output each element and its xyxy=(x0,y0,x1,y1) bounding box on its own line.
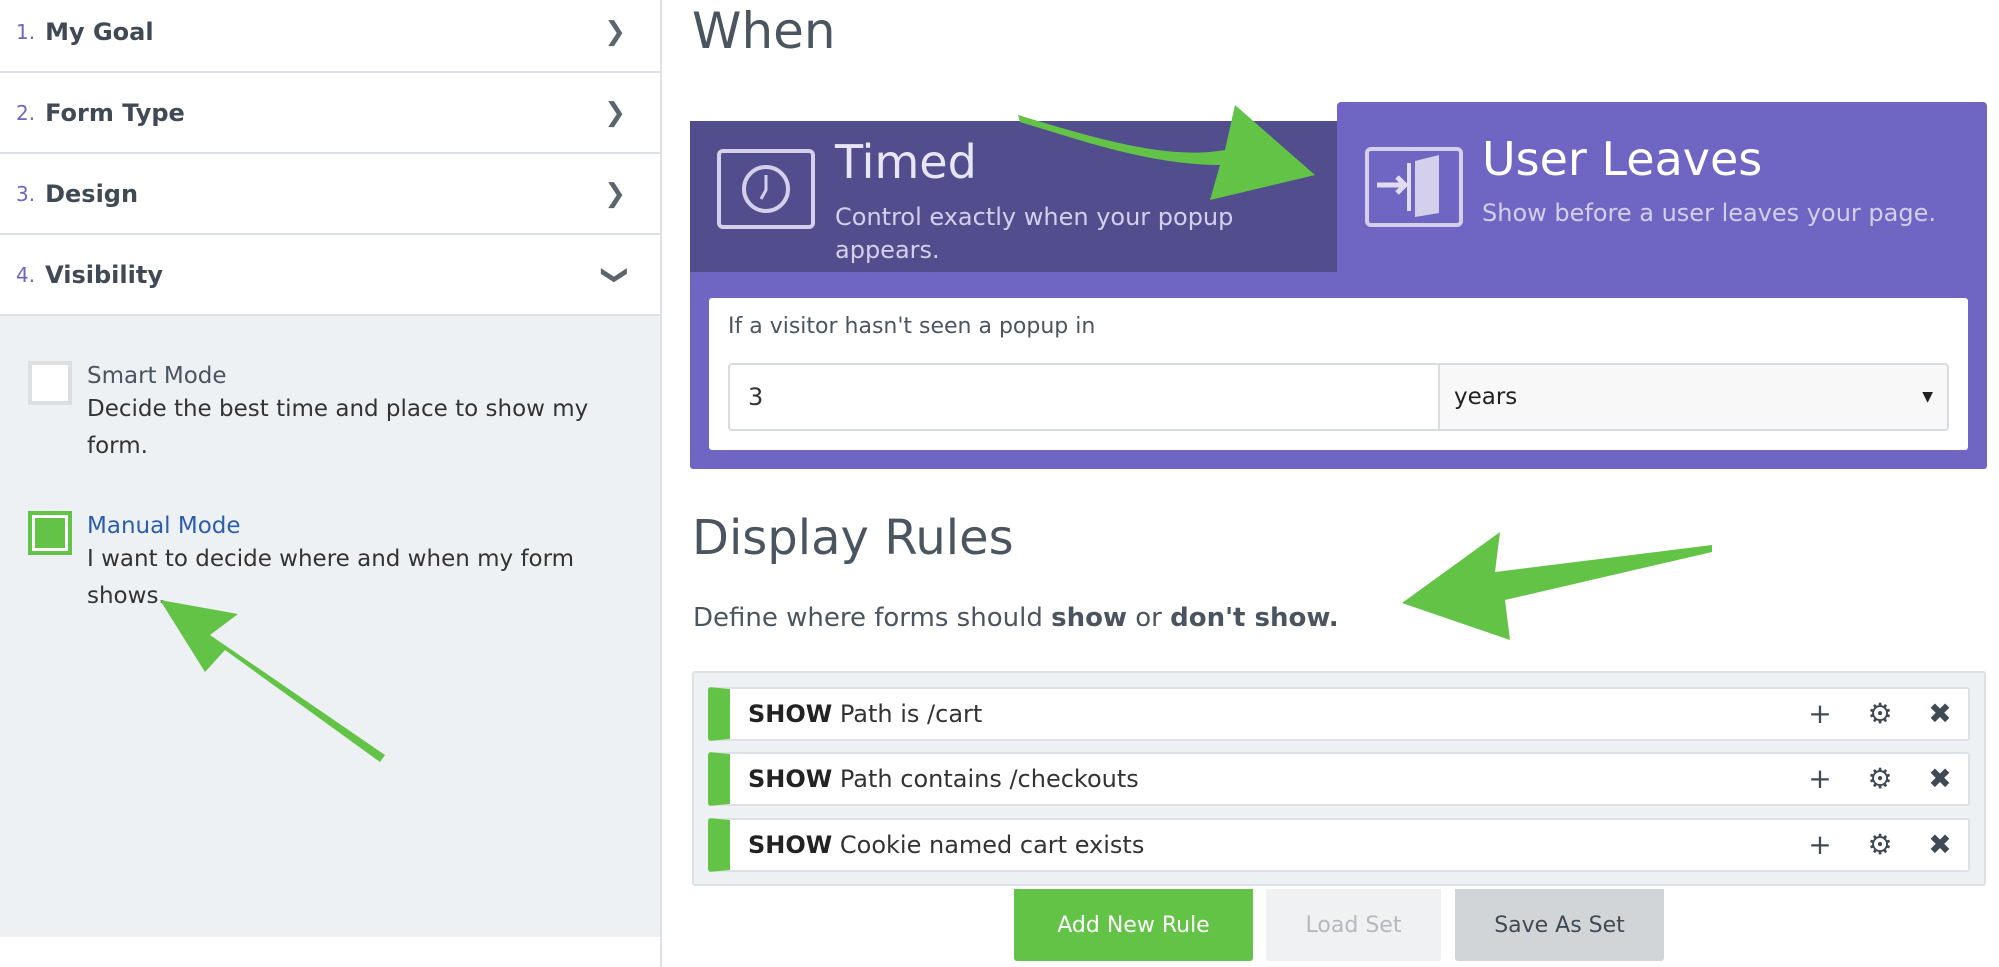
step-number: 4. xyxy=(16,262,36,287)
manual-mode-title: Manual Mode xyxy=(87,513,241,539)
step-label: Design xyxy=(45,179,139,208)
load-set-button[interactable]: Load Set xyxy=(1266,889,1441,961)
smart-mode-title: Smart Mode xyxy=(87,363,227,389)
close-icon[interactable]: ✖ xyxy=(1924,754,1956,804)
sidebar: 1. My Goal ❯ 2. Form Type ❯ 3. Design ❯ 4. Visi… xyxy=(0,0,662,967)
trigger-tabs: Timed Control exactly when your popup ap… xyxy=(690,102,1987,469)
smart-mode-checkbox[interactable] xyxy=(28,361,72,405)
interval-unit-value: years xyxy=(1454,384,1518,410)
tab-timed-desc: Control exactly when your popup appears. xyxy=(835,203,1234,264)
interval-value-input[interactable]: 3 xyxy=(728,363,1441,431)
dropdown-arrow-icon: ▼ xyxy=(1922,389,1933,405)
tab-timed-title: Timed xyxy=(835,135,977,189)
chevron-right-icon: ❯ xyxy=(604,16,626,47)
interval-label: If a visitor hasn't seen a popup in xyxy=(728,314,1096,339)
smart-mode-desc: Decide the best time and place to show m… xyxy=(87,396,589,459)
save-as-set-button[interactable]: Save As Set xyxy=(1455,889,1664,961)
display-rules-title: Display Rules xyxy=(692,510,1014,566)
step-number: 1. xyxy=(16,19,36,44)
close-icon[interactable]: ✖ xyxy=(1924,689,1956,739)
rule-text: Path contains /checkouts xyxy=(839,765,1139,793)
rule-action: SHOW xyxy=(748,831,833,859)
gear-icon[interactable]: ⚙ xyxy=(1864,820,1896,870)
tab-user-leaves-desc: Show before a user leaves your page. xyxy=(1482,199,1936,227)
interval-box: If a visitor hasn't seen a popup in 3 ye… xyxy=(709,298,1968,450)
step-form-type[interactable]: 2. Form Type ❯ xyxy=(0,73,660,154)
gear-icon[interactable]: ⚙ xyxy=(1864,754,1896,804)
display-rules-subtitle: Define where forms should show or don't … xyxy=(693,603,1339,633)
step-visibility[interactable]: 4. Visibility ❯ xyxy=(0,235,660,316)
step-label: My Goal xyxy=(45,17,154,46)
subtitle-dont-show: don't show. xyxy=(1170,603,1339,633)
step-design[interactable]: 3. Design ❯ xyxy=(0,154,660,235)
step-number: 2. xyxy=(16,100,36,125)
interval-unit-select[interactable]: years ▼ xyxy=(1438,363,1949,431)
rule-action: SHOW xyxy=(748,765,833,793)
tab-timed[interactable]: Timed Control exactly when your popup ap… xyxy=(690,121,1337,272)
manual-mode-checkbox[interactable] xyxy=(28,511,72,555)
chevron-right-icon: ❯ xyxy=(604,97,626,128)
annotation-arrow-icon xyxy=(1402,532,1712,640)
gear-icon[interactable]: ⚙ xyxy=(1864,689,1896,739)
rule-row[interactable]: SHOW Path is /cart + ⚙ ✖ xyxy=(708,687,1970,741)
tab-user-leaves[interactable]: User Leaves Show before a user leaves yo… xyxy=(1337,102,1987,272)
chevron-right-icon: ❯ xyxy=(604,178,626,209)
manual-mode-desc: I want to decide where and when my form … xyxy=(87,546,575,609)
when-title: When xyxy=(692,2,836,60)
step-label: Visibility xyxy=(45,260,163,289)
plus-icon[interactable]: + xyxy=(1804,754,1836,804)
subtitle-text: or xyxy=(1126,603,1171,633)
close-icon[interactable]: ✖ xyxy=(1924,820,1956,870)
chevron-down-icon: ❯ xyxy=(600,263,631,286)
plus-icon[interactable]: + xyxy=(1804,820,1836,870)
subtitle-show: show xyxy=(1051,603,1127,633)
add-new-rule-button[interactable]: Add New Rule xyxy=(1014,889,1253,961)
plus-icon[interactable]: + xyxy=(1804,689,1836,739)
subtitle-text: Define where forms should xyxy=(693,603,1052,633)
step-label: Form Type xyxy=(45,98,185,127)
rule-text: Cookie named cart exists xyxy=(839,831,1145,859)
smart-mode-option[interactable]: Smart Mode Decide the best time and plac… xyxy=(28,361,628,465)
rule-action: SHOW xyxy=(748,700,833,728)
manual-mode-option[interactable]: Manual Mode I want to decide where and w… xyxy=(28,511,628,615)
tab-user-leaves-title: User Leaves xyxy=(1482,132,1763,186)
step-my-goal[interactable]: 1. My Goal ❯ xyxy=(0,0,660,73)
rule-text: Path is /cart xyxy=(839,700,983,728)
visibility-panel: Smart Mode Decide the best time and plac… xyxy=(0,316,660,937)
rule-row[interactable]: SHOW Path contains /checkouts + ⚙ ✖ xyxy=(708,752,1970,806)
step-number: 3. xyxy=(16,181,36,206)
rules-list: SHOW Path is /cart + ⚙ ✖ SHOW Path contain… xyxy=(692,671,1986,886)
exit-door-icon xyxy=(1365,147,1463,227)
clock-icon xyxy=(717,149,815,229)
rule-row[interactable]: SHOW Cookie named cart exists + ⚙ ✖ xyxy=(708,818,1970,872)
